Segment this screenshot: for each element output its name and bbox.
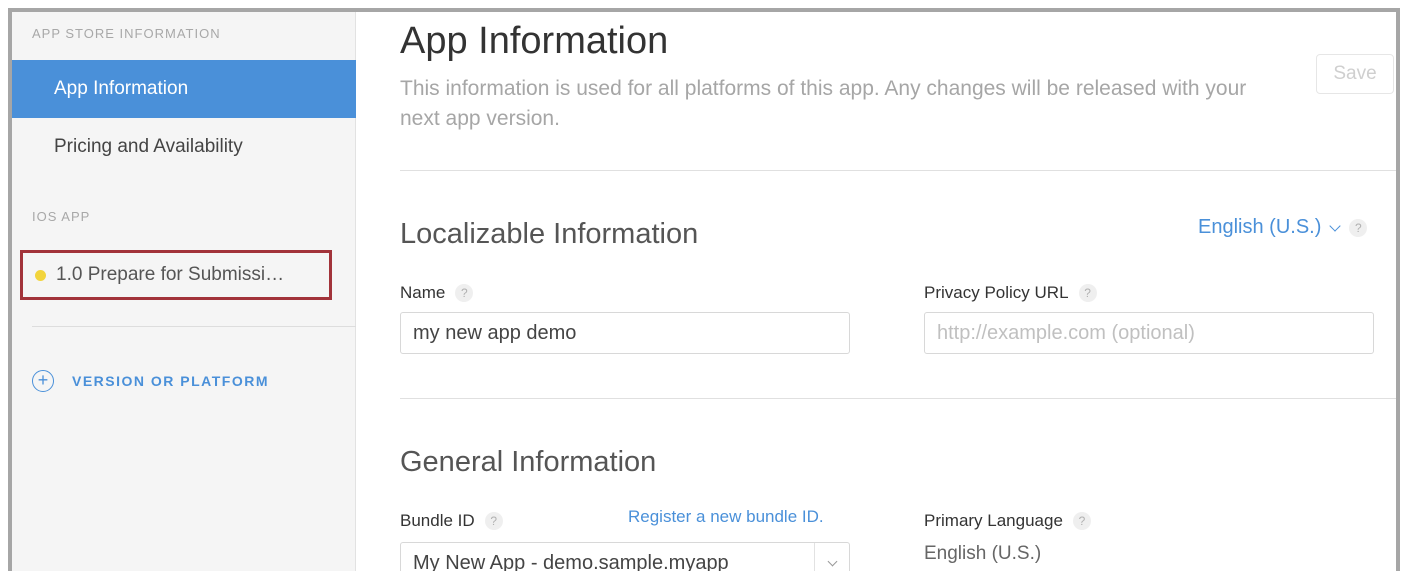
add-version-or-platform-button[interactable]: + VERSION OR PLATFORM <box>32 370 269 392</box>
primary-language-value: English (U.S.) <box>924 543 1042 564</box>
app-window: APP STORE INFORMATION App Information Pr… <box>8 8 1400 571</box>
sidebar-item-version[interactable]: 1.0 Prepare for Submissi… <box>20 250 332 300</box>
name-label-text: Name <box>400 283 446 302</box>
plus-circle-icon: + <box>32 370 54 392</box>
bundle-id-select[interactable]: My New App - demo.sample.myapp <box>400 542 850 571</box>
main-content: App Information This information is used… <box>356 12 1396 571</box>
chevron-down-icon <box>814 543 849 571</box>
help-icon[interactable]: ? <box>484 512 503 530</box>
sidebar-item-label: App Information <box>54 78 189 99</box>
sidebar-divider <box>32 326 356 327</box>
section-title-localizable: Localizable Information <box>400 218 699 250</box>
primary-language-label-text: Primary Language <box>924 511 1063 530</box>
page-title: App Information <box>400 20 669 62</box>
save-button[interactable]: Save <box>1316 54 1394 94</box>
divider <box>400 398 1396 399</box>
chevron-down-icon <box>1329 219 1342 232</box>
privacy-url-field-label: Privacy Policy URL ? <box>924 283 1097 303</box>
language-selector-label: English (U.S.) <box>1198 216 1322 238</box>
help-icon[interactable]: ? <box>1072 512 1091 530</box>
help-icon[interactable]: ? <box>1078 284 1097 302</box>
primary-language-field-label: Primary Language ? <box>924 511 1091 531</box>
version-label: 1.0 Prepare for Submissi… <box>56 264 285 285</box>
help-icon[interactable]: ? <box>1349 218 1368 237</box>
section-title-general: General Information <box>400 446 657 478</box>
name-input[interactable] <box>400 312 850 354</box>
language-selector[interactable]: English (U.S.) ? <box>1198 216 1368 239</box>
add-platform-label: VERSION OR PLATFORM <box>72 373 270 389</box>
divider <box>400 170 1396 171</box>
privacy-url-input[interactable] <box>924 312 1374 354</box>
section-label-app-store: APP STORE INFORMATION <box>32 26 221 41</box>
page-description: This information is used for all platfor… <box>400 77 1247 130</box>
status-dot-icon <box>35 269 46 281</box>
bundle-id-field-label: Bundle ID ? <box>400 511 503 531</box>
sidebar-item-pricing[interactable]: Pricing and Availability <box>12 118 356 176</box>
help-icon[interactable]: ? <box>455 284 474 302</box>
bundle-id-value: My New App - demo.sample.myapp <box>413 551 729 571</box>
sidebar-item-app-information[interactable]: App Information <box>12 60 356 118</box>
name-field-label: Name ? <box>400 283 474 303</box>
privacy-label-text: Privacy Policy URL <box>924 283 1069 302</box>
sidebar: APP STORE INFORMATION App Information Pr… <box>12 12 356 571</box>
register-bundle-id-link[interactable]: Register a new bundle ID. <box>628 507 824 527</box>
sidebar-item-label: Pricing and Availability <box>54 136 243 157</box>
section-label-ios-app: iOS APP <box>32 209 91 224</box>
bundle-label-text: Bundle ID <box>400 511 475 530</box>
